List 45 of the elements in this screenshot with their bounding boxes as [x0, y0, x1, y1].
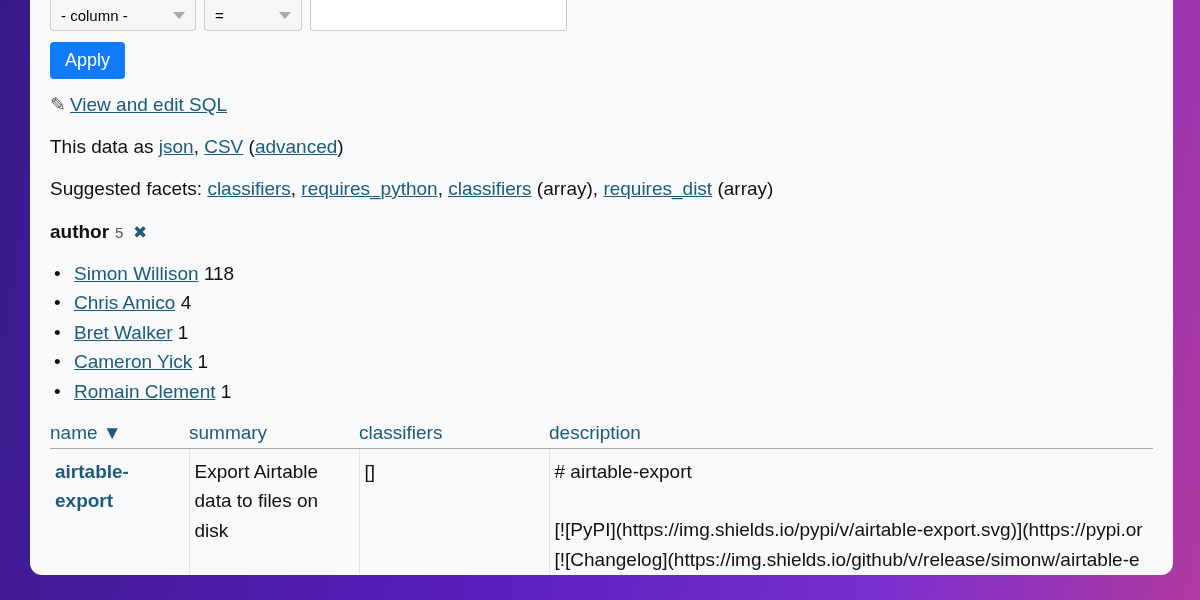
- link[interactable]: classifiers: [448, 178, 532, 199]
- link[interactable]: json: [158, 136, 194, 157]
- column-header[interactable]: classifiers: [359, 422, 549, 449]
- facet-item-count: 4: [180, 292, 192, 314]
- column-select[interactable]: - column -: [50, 0, 196, 31]
- facet-link[interactable]: Cameron Yick: [74, 351, 193, 373]
- description-line: # airtable-export: [554, 460, 693, 485]
- facet-item-count: 118: [203, 263, 235, 284]
- pencil-icon: ✎: [50, 94, 66, 115]
- facet-link[interactable]: Chris Amico: [74, 292, 176, 314]
- bullet: •: [54, 291, 62, 316]
- bullet: •: [54, 262, 62, 286]
- link[interactable]: classifiers: [207, 178, 291, 199]
- table-cell: Export Airtable data to files on disk: [189, 448, 359, 575]
- facet-item-count: 1: [197, 351, 209, 373]
- close-icon[interactable]: ✖: [133, 222, 148, 243]
- export-line: This data as json, CSV (advanced): [50, 135, 345, 159]
- facet-item-count: 1: [177, 321, 189, 343]
- caret-icon: [279, 11, 291, 19]
- link[interactable]: CSV: [204, 136, 244, 157]
- facet-count: 5: [115, 224, 124, 241]
- table-cell: []: [359, 448, 549, 575]
- bullet: •: [54, 350, 62, 375]
- column-header[interactable]: summary: [189, 422, 359, 449]
- suggested-facets: Suggested facets: classifiers, requires_python, classifiers (array), requires_dist (array): [50, 177, 775, 201]
- link[interactable]: requires_python: [301, 178, 438, 199]
- link[interactable]: requires_dist: [603, 178, 713, 199]
- bullet: •: [54, 320, 62, 345]
- facet-link[interactable]: Romain Clement: [74, 380, 216, 402]
- sql-link[interactable]: View and edit SQL: [70, 94, 228, 115]
- bullet: •: [54, 379, 62, 404]
- link[interactable]: advanced: [254, 136, 338, 157]
- column-header[interactable]: description: [549, 422, 1153, 449]
- facet-link[interactable]: Bret Walker: [74, 321, 173, 343]
- description-line: [![PyPI](https://img.shields.io/pypi/v/airtable-export.svg)](https://pypi.or: [554, 518, 1144, 543]
- column-header[interactable]: name ▼: [50, 422, 189, 449]
- facet-link[interactable]: Simon Willison: [74, 263, 199, 284]
- value-field[interactable]: [310, 0, 567, 31]
- facet-item-count: 1: [220, 380, 232, 402]
- description-line: [![Changelog](https://img.shields.io/github/v/release/simonw/airtable-e: [554, 547, 1141, 572]
- row-link[interactable]: airtable-export: [55, 457, 183, 516]
- caret-icon: [173, 11, 185, 19]
- facet-title: author: [50, 221, 110, 243]
- operator-select[interactable]: =: [204, 0, 302, 31]
- apply-button[interactable]: Apply: [50, 42, 126, 79]
